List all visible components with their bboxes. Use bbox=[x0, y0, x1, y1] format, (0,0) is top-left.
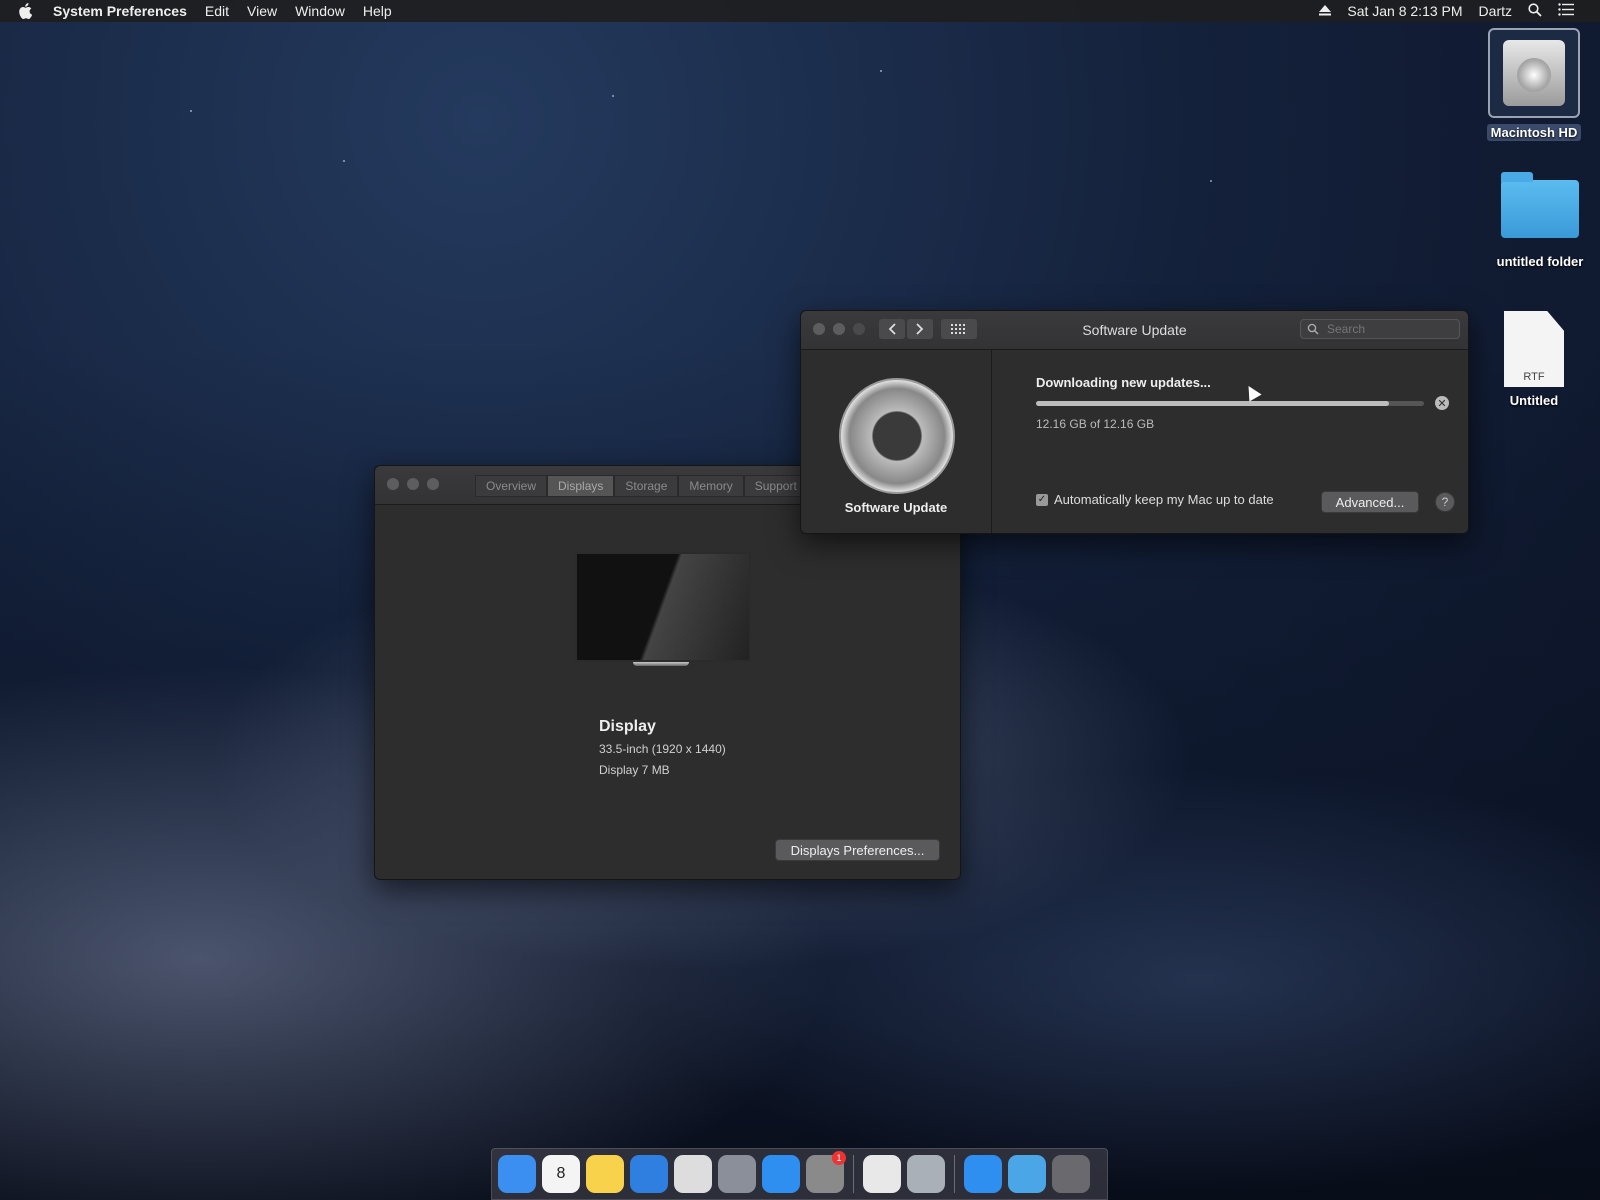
dock-trash-icon[interactable] bbox=[1052, 1155, 1090, 1193]
dock-separator bbox=[853, 1155, 854, 1193]
star bbox=[343, 160, 345, 162]
display-size: 33.5-inch (1920 x 1440) bbox=[599, 742, 726, 756]
desktop-item-untitled-rtf[interactable]: RTF Untitled bbox=[1479, 311, 1589, 408]
tab-support[interactable]: Support bbox=[743, 475, 808, 497]
desktop-item-macintosh-hd[interactable]: Macintosh HD bbox=[1479, 28, 1589, 141]
menu-help[interactable]: Help bbox=[354, 3, 401, 19]
calendar-date: 8 bbox=[556, 1165, 566, 1182]
dock: 81 bbox=[491, 1148, 1108, 1200]
software-update-titlebar: Software Update bbox=[801, 311, 1468, 350]
menu-view[interactable]: View bbox=[238, 3, 286, 19]
desktop-item-untitled-folder[interactable]: untitled folder bbox=[1485, 172, 1595, 269]
desktop-item-label: untitled folder bbox=[1496, 254, 1584, 269]
close-button[interactable] bbox=[387, 478, 399, 490]
eject-icon[interactable] bbox=[1311, 3, 1339, 19]
dock-textedit-icon[interactable] bbox=[863, 1155, 901, 1193]
menu-window[interactable]: Window bbox=[286, 3, 354, 19]
software-update-gear-icon bbox=[839, 378, 955, 494]
star bbox=[880, 70, 882, 72]
dock-app-store-icon[interactable] bbox=[762, 1155, 800, 1193]
apple-icon[interactable] bbox=[18, 3, 32, 19]
dock-finder-icon[interactable] bbox=[498, 1155, 536, 1193]
notification-center-icon[interactable] bbox=[1550, 3, 1582, 19]
auto-update-label: Automatically keep my Mac up to date bbox=[1054, 492, 1274, 507]
menu-user[interactable]: Dartz bbox=[1471, 3, 1520, 19]
cancel-download-button[interactable]: ✕ bbox=[1435, 396, 1449, 410]
download-status: Downloading new updates... bbox=[1036, 375, 1211, 390]
display-title: Display bbox=[599, 718, 656, 735]
software-update-window: Software Update Software Update Download… bbox=[800, 310, 1469, 534]
spotlight-icon[interactable] bbox=[1520, 2, 1550, 20]
star bbox=[1210, 180, 1212, 182]
tab-overview[interactable]: Overview bbox=[475, 475, 548, 497]
tab-displays[interactable]: Displays bbox=[547, 475, 615, 497]
menu-clock[interactable]: Sat Jan 8 2:13 PM bbox=[1339, 3, 1470, 19]
dock-downloads-folder-icon[interactable] bbox=[1008, 1155, 1046, 1193]
download-progress-bar bbox=[1036, 401, 1424, 406]
minimize-button[interactable] bbox=[407, 478, 419, 490]
dock-chrome-icon[interactable] bbox=[674, 1155, 712, 1193]
tab-memory[interactable]: Memory bbox=[678, 475, 744, 497]
dock-calendar-icon[interactable]: 8 bbox=[542, 1155, 580, 1193]
menu-bar: System Preferences Edit View Window Help… bbox=[0, 0, 1600, 22]
star bbox=[612, 95, 614, 97]
notification-badge: 1 bbox=[832, 1151, 846, 1165]
display-memory: Display 7 MB bbox=[599, 763, 670, 777]
star bbox=[190, 110, 192, 112]
search-field[interactable] bbox=[1300, 319, 1460, 339]
desktop-item-label: Untitled bbox=[1509, 393, 1559, 408]
display-monitor-icon bbox=[575, 552, 751, 662]
advanced-button[interactable]: Advanced... bbox=[1321, 491, 1419, 513]
auto-update-row: ✓ Automatically keep my Mac up to date bbox=[1036, 492, 1274, 507]
display-stand bbox=[633, 662, 689, 666]
auto-update-checkbox[interactable]: ✓ bbox=[1036, 493, 1048, 506]
hard-drive-icon bbox=[1488, 28, 1580, 118]
menu-edit[interactable]: Edit bbox=[196, 3, 238, 19]
zoom-button[interactable] bbox=[427, 478, 439, 490]
help-button[interactable]: ? bbox=[1435, 492, 1455, 512]
about-tabs: Overview Displays Storage Memory Support bbox=[475, 475, 808, 497]
rtf-badge: RTF bbox=[1523, 371, 1545, 383]
software-update-side-panel: Software Update bbox=[801, 350, 992, 533]
dock-utilities-icon[interactable] bbox=[907, 1155, 945, 1193]
download-size: 12.16 GB of 12.16 GB bbox=[1036, 417, 1155, 431]
dock-app-store-2-icon[interactable] bbox=[964, 1155, 1002, 1193]
tab-storage[interactable]: Storage bbox=[614, 475, 679, 497]
search-icon bbox=[1307, 323, 1319, 335]
folder-icon bbox=[1501, 172, 1579, 238]
displays-preferences-button[interactable]: Displays Preferences... bbox=[775, 839, 940, 861]
dock-separator bbox=[954, 1155, 955, 1193]
desktop-item-label: Macintosh HD bbox=[1486, 124, 1582, 141]
menu-app-name[interactable]: System Preferences bbox=[44, 3, 196, 19]
dock-notes-icon[interactable] bbox=[586, 1155, 624, 1193]
dock-launchpad-icon[interactable] bbox=[718, 1155, 756, 1193]
search-input[interactable] bbox=[1325, 321, 1449, 337]
side-panel-label: Software Update bbox=[844, 500, 948, 515]
dock-safari-icon[interactable] bbox=[630, 1155, 668, 1193]
rtf-document-icon: RTF bbox=[1504, 311, 1564, 387]
progress-fill bbox=[1036, 401, 1390, 406]
dock-system-preferences-icon[interactable]: 1 bbox=[806, 1151, 846, 1193]
